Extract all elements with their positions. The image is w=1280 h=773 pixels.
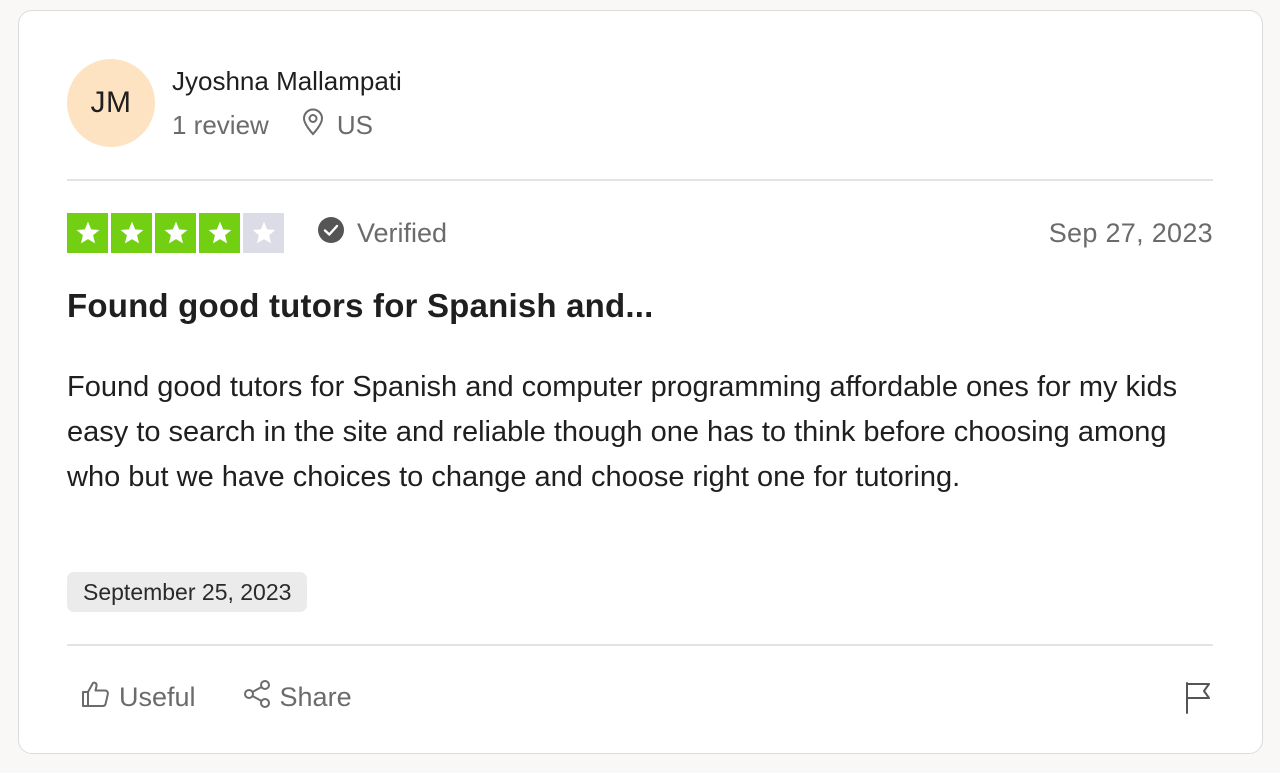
review-date: Sep 27, 2023 [1048, 217, 1213, 248]
check-circle-icon [317, 216, 357, 251]
share-label: Share [279, 682, 352, 712]
star-icon [164, 221, 187, 244]
review-count: 1 review [172, 109, 269, 140]
star-filled [111, 213, 152, 253]
flag-icon [1183, 682, 1213, 719]
reviewer-name[interactable]: Jyoshna Mallampati [172, 64, 402, 98]
share-button[interactable]: Share [242, 679, 352, 716]
reviewer-header: JM Jyoshna Mallampati 1 review US [67, 59, 402, 147]
verified-label: Verified [357, 217, 448, 248]
date-of-experience-badge: September 25, 2023 [67, 572, 308, 612]
report-button[interactable] [1183, 681, 1213, 720]
star-icon [120, 221, 143, 244]
star-filled [155, 213, 196, 253]
location-label: US [336, 109, 373, 140]
date-of-experience: September 25, 2023 [83, 578, 292, 605]
star-icon [76, 221, 99, 244]
review-body: Found good tutors for Spanish and comput… [67, 371, 1178, 493]
star-icon [208, 221, 231, 244]
star-empty [243, 213, 284, 253]
reviewer-location: US [301, 108, 373, 143]
verified-badge[interactable]: Verified [317, 216, 447, 251]
rating-row: Verified Sep 27, 2023 [67, 213, 1213, 253]
reviewer-meta: 1 review US [172, 108, 402, 143]
useful-label: Useful [119, 682, 196, 712]
thumbs-up-icon [81, 680, 119, 715]
star-filled [67, 213, 108, 253]
review-actions: Useful Share [81, 679, 352, 716]
useful-button[interactable]: Useful [81, 680, 196, 715]
share-icon [242, 679, 280, 716]
review-card: JM Jyoshna Mallampati 1 review US Verifi… [18, 10, 1263, 754]
review-title[interactable]: Found good tutors for Spanish and... [67, 287, 653, 325]
star-icon [252, 221, 275, 244]
avatar-initials: JM [90, 86, 132, 119]
location-pin-icon [301, 108, 337, 143]
reviewer-info: Jyoshna Mallampati 1 review US [172, 64, 402, 143]
avatar[interactable]: JM [67, 59, 155, 147]
star-filled [199, 213, 240, 253]
star-rating [67, 213, 287, 253]
divider [67, 179, 1213, 181]
divider [67, 644, 1213, 646]
